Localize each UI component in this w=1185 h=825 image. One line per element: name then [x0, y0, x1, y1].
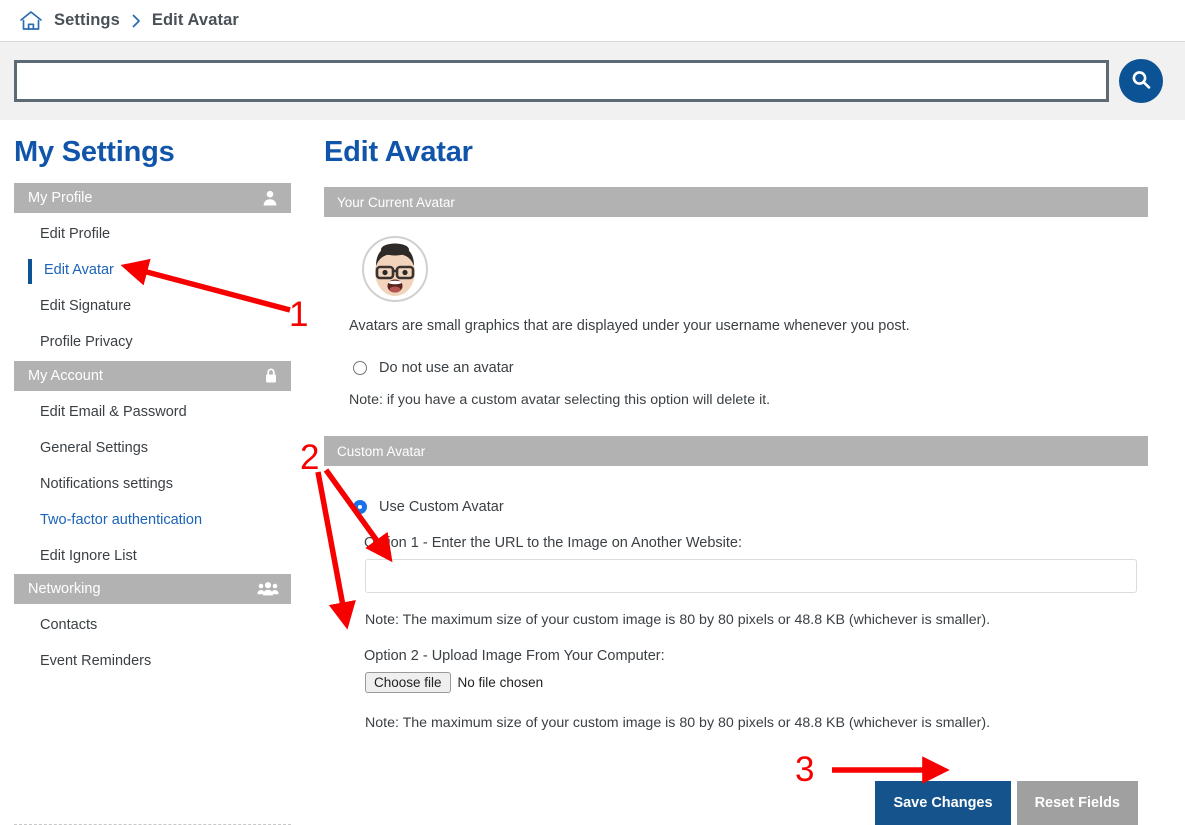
annotation-number-2: 2	[300, 438, 320, 477]
radio-no-avatar[interactable]	[353, 361, 367, 376]
search-icon	[1129, 68, 1153, 95]
sidebar-group-my-profile: My Profile	[14, 183, 291, 213]
sidebar-group-my-account: My Account	[14, 360, 291, 391]
sidebar-group-label: My Account	[28, 367, 103, 384]
use-custom-avatar-option-row[interactable]: Use Custom Avatar	[353, 499, 1161, 515]
no-avatar-note: Note: if you have a custom avatar select…	[349, 392, 771, 409]
file-upload-row: Choose file No file chosen	[365, 672, 1161, 694]
form-actions: Save Changes Reset Fields	[324, 781, 1138, 825]
sidebar-title: My Settings	[14, 136, 175, 168]
radio-no-avatar-label: Do not use an avatar	[379, 360, 514, 377]
choose-file-button[interactable]: Choose file	[365, 672, 451, 694]
sidebar-item-edit-email-password[interactable]: Edit Email & Password	[14, 395, 291, 431]
lock-icon	[263, 367, 279, 385]
annotation-number-1: 1	[289, 295, 309, 334]
sidebar-item-edit-ignore-list[interactable]: Edit Ignore List	[14, 539, 291, 575]
search-button[interactable]	[1119, 59, 1163, 103]
no-avatar-option-row[interactable]: Do not use an avatar	[353, 360, 1161, 376]
option2-note: Note: The maximum size of your custom im…	[365, 715, 991, 732]
page-body: My Settings My Profile Edit Profile Edit…	[0, 120, 1185, 825]
reset-fields-button[interactable]: Reset Fields	[1016, 781, 1138, 825]
sidebar-item-contacts[interactable]: Contacts	[14, 608, 291, 644]
sidebar-item-profile-privacy[interactable]: Profile Privacy	[14, 325, 291, 361]
sidebar-item-edit-profile[interactable]: Edit Profile	[14, 217, 291, 253]
sidebar-group-label: Networking	[28, 581, 101, 598]
section-header-current-avatar: Your Current Avatar	[324, 187, 1148, 217]
section-header-custom-avatar: Custom Avatar	[324, 436, 1148, 467]
section-body-custom-avatar: Use Custom Avatar Option 1 - Enter the U…	[324, 499, 1161, 731]
home-icon[interactable]	[18, 9, 44, 33]
sidebar-item-edit-signature[interactable]: Edit Signature	[14, 289, 291, 325]
sidebar-item-two-factor-authentication[interactable]: Two-factor authentication	[14, 503, 291, 539]
option2-label: Option 2 - Upload Image From Your Comput…	[364, 648, 665, 665]
breadcrumb: Settings Edit Avatar	[0, 0, 1185, 42]
section-body-current-avatar: Avatars are small graphics that are disp…	[324, 236, 1161, 408]
search-input[interactable]	[14, 60, 1109, 102]
annotation-number-3: 3	[795, 750, 815, 789]
breadcrumb-item-edit-avatar: Edit Avatar	[151, 11, 239, 29]
user-icon	[261, 189, 279, 207]
search-bar	[0, 42, 1185, 120]
sidebar-group-networking: Networking	[14, 574, 291, 605]
people-icon	[257, 581, 279, 597]
chevron-right-icon	[130, 13, 142, 29]
main-content: Edit Avatar Your Current Avatar Avatars …	[291, 128, 1185, 825]
option1-note: Note: The maximum size of your custom im…	[365, 612, 991, 629]
page-title: Edit Avatar	[324, 136, 473, 168]
radio-use-custom-avatar[interactable]	[353, 500, 367, 515]
sidebar-item-edit-avatar[interactable]: Edit Avatar	[14, 253, 291, 289]
sidebar-item-notifications-settings[interactable]: Notifications settings	[14, 467, 291, 503]
sidebar-group-label: My Profile	[28, 190, 93, 206]
sidebar-item-event-reminders[interactable]: Event Reminders	[14, 644, 291, 680]
sidebar: My Settings My Profile Edit Profile Edit…	[14, 128, 291, 825]
radio-use-custom-avatar-label: Use Custom Avatar	[379, 499, 504, 516]
breadcrumb-item-settings[interactable]: Settings	[54, 11, 120, 30]
avatar-url-input[interactable]	[365, 559, 1137, 594]
save-changes-button[interactable]: Save Changes	[875, 781, 1011, 825]
file-status-label: No file chosen	[457, 675, 544, 691]
sidebar-item-general-settings[interactable]: General Settings	[14, 431, 291, 467]
avatar	[362, 236, 428, 302]
option1-label: Option 1 - Enter the URL to the Image on…	[364, 535, 743, 552]
avatar-description: Avatars are small graphics that are disp…	[349, 318, 910, 334]
